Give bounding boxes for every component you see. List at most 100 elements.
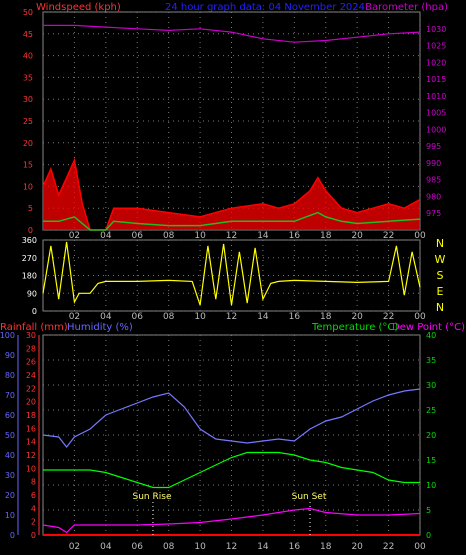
windspeed-tick-label: 45 xyxy=(23,30,33,39)
x-tick-label: 02 xyxy=(69,312,80,322)
barometer-tick-label: 1030 xyxy=(426,25,446,34)
windspeed-axis-title: Windspeed (kph) xyxy=(36,2,121,13)
x-tick-label: 04 xyxy=(100,542,112,552)
x-tick-label: 14 xyxy=(257,542,269,552)
humidity-tick-label: 10 xyxy=(5,511,15,520)
x-tick-label: 20 xyxy=(351,542,363,552)
x-tick-label: 22 xyxy=(383,231,394,241)
x-tick-label: 06 xyxy=(132,231,144,241)
weather-graphs: Windspeed (kph) 24 hour graph data: 04 N… xyxy=(0,2,465,552)
x-tick-label: 10 xyxy=(194,312,206,322)
windspeed-tick-label: 20 xyxy=(23,139,33,148)
rainfall-tick-label: 30 xyxy=(26,331,36,340)
compass-letter: E xyxy=(437,285,444,298)
barometer-tick-label: 990 xyxy=(426,159,441,168)
x-tick-label: 06 xyxy=(132,312,144,322)
x-tick-label: 18 xyxy=(320,231,332,241)
windspeed-tick-label: 35 xyxy=(23,73,33,82)
barometer-tick-label: 1000 xyxy=(426,125,446,134)
rainfall-tick-label: 10 xyxy=(26,464,36,473)
windspeed-tick-label: 50 xyxy=(23,8,33,17)
sunset-label: Sun Set xyxy=(292,492,327,502)
x-tick-label: 20 xyxy=(351,231,363,241)
temperature-tick-label: 0 xyxy=(426,531,431,540)
x-tick-label: 10 xyxy=(194,231,206,241)
sunrise-label: Sun Rise xyxy=(133,492,172,502)
rainfall-tick-label: 24 xyxy=(26,371,36,380)
compass-letter: W xyxy=(435,253,446,266)
x-tick-label: 22 xyxy=(383,312,394,322)
rainfall-tick-label: 20 xyxy=(26,398,36,407)
x-tick-label: 02 xyxy=(69,542,80,552)
rainfall-tick-label: 8 xyxy=(31,478,36,487)
direction-tick-label: 360 xyxy=(22,236,37,245)
rainfall-tick-label: 22 xyxy=(26,384,36,393)
windspeed-tick-label: 40 xyxy=(23,52,33,61)
x-tick-label: 00 xyxy=(414,312,426,322)
direction-tick-label: 0 xyxy=(32,307,37,316)
windspeed-tick-label: 0 xyxy=(28,226,33,235)
x-tick-label: 12 xyxy=(226,312,237,322)
x-tick-label: 22 xyxy=(383,542,394,552)
windspeed-tick-label: 5 xyxy=(28,204,33,213)
x-tick-label: 14 xyxy=(257,231,269,241)
temperature-tick-label: 15 xyxy=(426,456,436,465)
x-tick-label: 12 xyxy=(226,231,237,241)
windspeed-tick-label: 10 xyxy=(23,182,33,191)
x-tick-label: 04 xyxy=(100,312,112,322)
rainfall-tick-label: 12 xyxy=(26,451,36,460)
compass-letter: N xyxy=(436,301,444,314)
temperature-axis-title: Temperature (°C) xyxy=(311,322,398,333)
direction-tick-label: 270 xyxy=(22,254,37,263)
humidity-axis-title: Humidity (%) xyxy=(67,322,133,333)
windspeed-tick-label: 15 xyxy=(23,161,33,170)
barometer-tick-label: 1020 xyxy=(426,58,446,67)
x-tick-label: 16 xyxy=(289,542,301,552)
x-tick-label: 00 xyxy=(414,231,426,241)
rainfall-tick-label: 2 xyxy=(31,518,36,527)
x-tick-label: 16 xyxy=(289,312,301,322)
rainfall-tick-label: 6 xyxy=(31,491,36,500)
x-tick-label: 12 xyxy=(226,542,237,552)
humidity-tick-label: 80 xyxy=(5,371,15,380)
windspeed-tick-label: 25 xyxy=(23,117,33,126)
compass-letter: S xyxy=(437,269,444,282)
temperature-tick-label: 35 xyxy=(426,356,436,365)
direction-tick-label: 90 xyxy=(27,289,37,298)
graph-date-title: 24 hour graph data: 04 November 2024 xyxy=(165,2,365,13)
barometer-tick-label: 975 xyxy=(426,209,441,218)
x-tick-label: 14 xyxy=(257,312,269,322)
x-tick-label: 18 xyxy=(320,312,332,322)
rainfall-tick-label: 4 xyxy=(31,504,36,513)
compass-letter: N xyxy=(436,237,444,250)
barometer-tick-label: 980 xyxy=(426,192,441,201)
humidity-tick-label: 90 xyxy=(5,351,15,360)
temperature-tick-label: 10 xyxy=(426,481,436,490)
temperature-tick-label: 5 xyxy=(426,506,431,515)
temperature-tick-label: 40 xyxy=(426,331,436,340)
x-tick-label: 02 xyxy=(69,231,80,241)
x-tick-label: 20 xyxy=(351,312,363,322)
rainfall-tick-label: 18 xyxy=(26,411,36,420)
rainfall-tick-label: 0 xyxy=(31,531,36,540)
humidity-tick-label: 70 xyxy=(5,391,15,400)
rainfall-tick-label: 14 xyxy=(26,438,36,447)
temperature-tick-label: 25 xyxy=(426,406,436,415)
x-tick-label: 06 xyxy=(132,542,144,552)
x-tick-label: 16 xyxy=(289,231,301,241)
rainfall-tick-label: 28 xyxy=(26,344,36,353)
humidity-tick-label: 50 xyxy=(5,431,15,440)
x-tick-label: 08 xyxy=(163,542,175,552)
x-tick-label: 08 xyxy=(163,312,175,322)
barometer-tick-label: 995 xyxy=(426,142,441,151)
x-tick-label: 00 xyxy=(414,542,426,552)
rainfall-tick-label: 26 xyxy=(26,358,36,367)
barometer-axis-title: Barometer (hpa) xyxy=(365,2,448,13)
direction-tick-label: 180 xyxy=(22,272,37,281)
humidity-tick-label: 20 xyxy=(5,491,15,500)
temperature-tick-label: 30 xyxy=(426,381,436,390)
x-tick-label: 18 xyxy=(320,542,332,552)
barometer-tick-label: 1015 xyxy=(426,75,446,84)
x-tick-label: 04 xyxy=(100,231,112,241)
humidity-tick-label: 0 xyxy=(10,531,15,540)
